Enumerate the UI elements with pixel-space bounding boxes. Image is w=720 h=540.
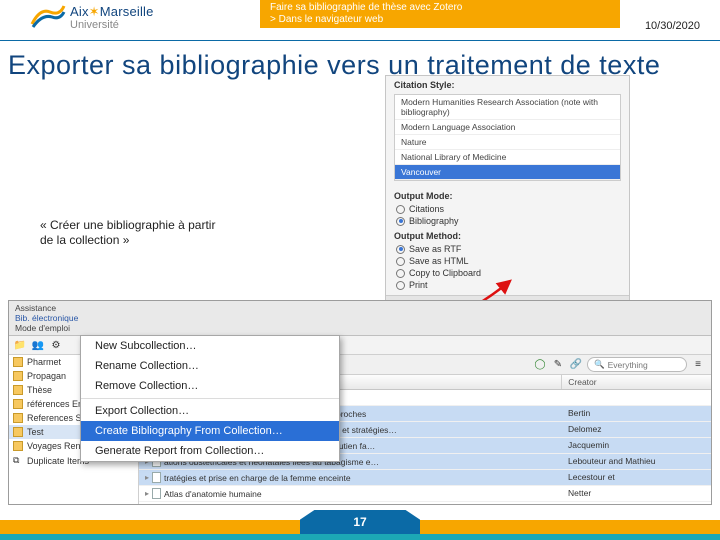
mode-bibliography-radio[interactable]: Bibliography — [386, 215, 629, 227]
folder-icon — [13, 427, 23, 437]
accordion-item[interactable]: Mode d'emploi — [15, 323, 705, 333]
slide-date: 10/30/2020 — [645, 20, 700, 32]
mode-citations-radio[interactable]: Citations — [386, 203, 629, 215]
accordion-item[interactable]: Bib. électronique — [15, 313, 705, 323]
slide-header: Aix✶Marseille Université Faire sa biblio… — [0, 0, 720, 40]
doc-icon — [152, 504, 161, 505]
add-item-icon[interactable]: ◯ — [533, 358, 547, 372]
collection-context-menu: New Subcollection… Rename Collection… Re… — [80, 335, 340, 462]
menu-icon[interactable]: ≡ — [691, 358, 705, 372]
header-divider — [0, 40, 720, 41]
menu-separator — [81, 398, 339, 399]
search-input[interactable]: 🔍Everything — [587, 357, 687, 372]
method-html-radio[interactable]: Save as HTML — [386, 255, 629, 267]
logo-text: Aix✶Marseille — [70, 4, 154, 19]
folder-icon — [13, 385, 23, 395]
logo-subtitle: Université — [70, 19, 154, 31]
radio-icon — [396, 269, 405, 278]
folder-icon — [13, 371, 23, 381]
breadcrumb-banner: Faire sa bibliographie de thèse avec Zot… — [260, 0, 620, 28]
menu-create-bibliography[interactable]: Create Bibliography From Collection… — [81, 421, 339, 441]
university-logo: Aix✶Marseille Université — [30, 2, 154, 32]
radio-icon — [396, 245, 405, 254]
logo-swoosh-icon — [30, 2, 66, 32]
new-group-icon[interactable]: 👥 — [31, 338, 45, 352]
banner-line-2: > Dans le navigateur web — [270, 14, 610, 26]
radio-icon — [396, 257, 405, 266]
menu-export-collection[interactable]: Export Collection… — [81, 401, 339, 421]
table-row[interactable]: ▸tratégies et prise en charge de la femm… — [139, 470, 711, 486]
menu-new-subcollection[interactable]: New Subcollection… — [81, 336, 339, 356]
citation-style-label: Citation Style: — [386, 76, 629, 92]
create-bibliography-dialog: Citation Style: Modern Humanities Resear… — [385, 75, 630, 321]
folder-icon — [13, 413, 23, 423]
banner-line-1: Faire sa bibliographie de thèse avec Zot… — [270, 2, 610, 14]
output-method-label: Output Method: — [386, 227, 629, 243]
radio-icon — [396, 205, 405, 214]
style-option[interactable]: Modern Language Association — [395, 120, 620, 135]
style-option[interactable]: Nature — [395, 135, 620, 150]
menu-remove-collection[interactable]: Remove Collection… — [81, 376, 339, 396]
col-creator[interactable]: Creator — [562, 375, 711, 389]
table-row[interactable]: ▸Atlas d'anatomie humaineNetter and Kami… — [139, 502, 711, 505]
zotero-top-accordion: Assistance Bib. électronique Mode d'empl… — [9, 301, 711, 336]
folder-icon — [13, 357, 23, 367]
instruction-bubble: « Créer une bibliographie à partir de la… — [40, 218, 225, 248]
expand-icon[interactable]: ▸ — [145, 473, 149, 482]
style-option-selected[interactable]: Vancouver — [395, 165, 620, 180]
method-clipboard-radio[interactable]: Copy to Clipboard — [386, 267, 629, 279]
gear-icon[interactable]: ⚙ — [49, 338, 63, 352]
expand-icon[interactable]: ▸ — [145, 489, 149, 498]
citation-style-list[interactable]: Modern Humanities Research Association (… — [394, 94, 621, 181]
doc-icon — [152, 472, 161, 483]
style-option[interactable]: National Library of Medicine — [395, 150, 620, 165]
doc-icon — [152, 488, 161, 499]
output-mode-label: Output Mode: — [386, 187, 629, 203]
duplicate-icon: ⧉ — [13, 455, 23, 466]
wand-icon[interactable]: ✎ — [551, 358, 565, 372]
style-option[interactable]: Modern Humanities Research Association (… — [395, 95, 620, 120]
radio-icon — [396, 217, 405, 226]
menu-rename-collection[interactable]: Rename Collection… — [81, 356, 339, 376]
accordion-item[interactable]: Assistance — [15, 303, 705, 313]
link-icon[interactable]: 🔗 — [569, 358, 583, 372]
method-print-radio[interactable]: Print — [386, 279, 629, 291]
menu-generate-report[interactable]: Generate Report from Collection… — [81, 441, 339, 461]
table-row[interactable]: ▸Atlas d'anatomie humaineNetter — [139, 486, 711, 502]
method-rtf-radio[interactable]: Save as RTF — [386, 243, 629, 255]
footer-accent — [0, 534, 720, 540]
page-number-badge: 17 — [300, 510, 420, 534]
new-collection-icon[interactable]: 📁 — [13, 338, 27, 352]
folder-icon — [13, 441, 23, 451]
radio-icon — [396, 281, 405, 290]
folder-icon — [13, 399, 23, 409]
search-icon: 🔍 — [594, 359, 605, 370]
